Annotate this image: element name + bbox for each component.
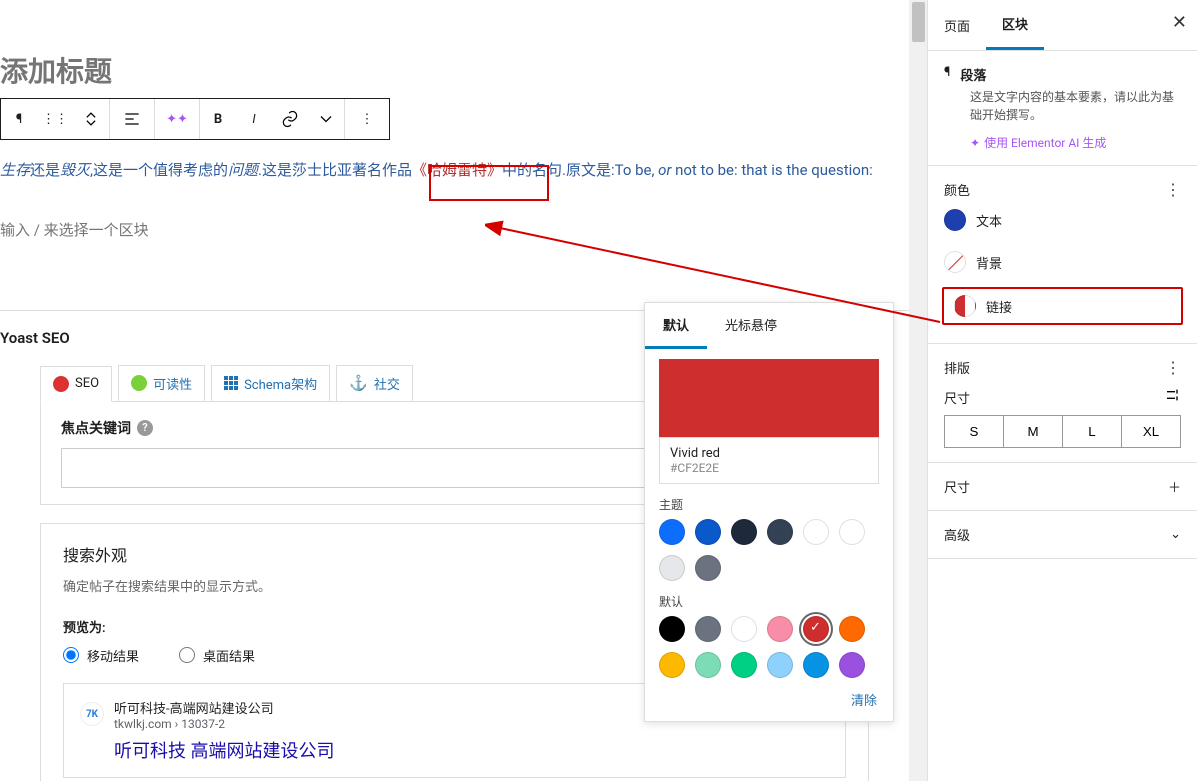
ai-sparkle-button[interactable]: ✦✦ [155,99,199,139]
default-color-swatch[interactable] [731,652,757,678]
seo-score-icon [53,376,69,392]
yoast-tab-social[interactable]: ⚓社交 [336,365,413,401]
schema-icon [224,376,238,390]
typography-more[interactable]: ⋮ [1165,358,1181,377]
text: or [658,161,671,179]
block-name: 段落 [960,65,986,84]
color-section-heading: 颜色 [944,180,970,199]
theme-color-swatch[interactable] [803,519,829,545]
link-color-button[interactable]: 链接 [942,287,1183,325]
size-settings-icon[interactable] [1165,387,1181,407]
text-color-button[interactable]: 文本 [944,199,1181,241]
default-color-swatch[interactable] [695,652,721,678]
theme-color-swatch[interactable] [767,519,793,545]
theme-colors-heading: 主题 [659,496,879,513]
align-button[interactable] [110,99,154,139]
color-tab-default[interactable]: 默认 [645,303,707,349]
link-color-swatch [954,295,976,317]
chevron-down-icon: ⌄ [1170,527,1181,542]
sidebar-tab-page[interactable]: 页面 [928,2,986,49]
paragraph-icon: ¶ [944,65,950,80]
bg-color-swatch [944,251,966,273]
theme-color-swatch[interactable] [695,555,721,581]
close-sidebar-button[interactable]: ✕ [1172,12,1187,33]
settings-sidebar: 页面 区块 ✕ ¶ 段落 这是文字内容的基本要素，请以此为基础开始撰写。 ✦使用… [927,0,1197,781]
size-button-l[interactable]: L [1063,416,1122,447]
serp-title: 听可科技 高端网站建设公司 [114,737,829,763]
text: 生存 [0,161,30,179]
dimensions-row[interactable]: 尺寸 ＋ [928,463,1197,511]
size-button-s[interactable]: S [945,416,1004,447]
text: ,这是一个值得考虑的 [90,161,228,179]
serp-site-name: 听可科技-高端网站建设公司 [114,698,274,717]
default-color-swatch[interactable] [767,616,793,642]
favicon-icon: 7K [80,702,104,726]
text-color-swatch [944,209,966,231]
text: .这是莎士比亚著名作品 [258,161,412,179]
link-button[interactable] [272,99,308,139]
help-icon[interactable]: ? [137,420,153,436]
block-options-button[interactable]: ⋮ [345,99,389,139]
more-rich-text-dropdown[interactable] [308,99,344,139]
share-icon: ⚓ [349,374,368,392]
block-description: 这是文字内容的基本要素，请以此为基础开始撰写。 [944,88,1181,124]
default-color-swatch[interactable] [803,652,829,678]
text: 还是 [30,161,60,179]
size-button-m[interactable]: M [1004,416,1063,447]
bold-button[interactable]: B [200,99,236,139]
default-color-swatch[interactable] [659,652,685,678]
italic-button[interactable]: I [236,99,272,139]
search-appearance-heading: 搜索外观 [63,542,127,566]
text: 中的名句.原文是:To be, [502,161,658,179]
color-section-more[interactable]: ⋮ [1165,180,1181,199]
current-color-label: Vivid red #CF2E2E [659,437,879,484]
typography-heading: 排版 [944,358,970,377]
theme-color-swatch[interactable] [695,519,721,545]
default-color-swatch[interactable] [839,616,865,642]
text: not to be: that is the question: [671,161,872,179]
default-color-swatch[interactable] [767,652,793,678]
default-colors-heading: 默认 [659,593,879,610]
current-color-swatch[interactable] [659,359,879,437]
post-title-input[interactable]: 添加标题 [0,0,909,98]
move-arrows-icon[interactable] [73,99,109,139]
default-color-swatch[interactable] [695,616,721,642]
color-tab-hover[interactable]: 光标悬停 [707,303,795,349]
theme-color-swatch[interactable] [731,519,757,545]
drag-handle-icon[interactable]: ⋮⋮ [37,99,73,139]
default-color-swatch[interactable] [659,616,685,642]
yoast-tab-readability[interactable]: 可读性 [118,365,205,401]
block-toolbar: ¶ ⋮⋮ ✦✦ B I ⋮ [0,98,390,140]
serp-url: tkwlkj.com › 13037-2 [114,717,274,731]
color-picker-popover: 默认 光标悬停 Vivid red #CF2E2E 主题 默认 清除 [644,302,894,722]
sidebar-tab-block[interactable]: 区块 [986,0,1044,50]
size-button-xl[interactable]: XL [1122,416,1180,447]
text: 问题 [228,161,258,179]
preview-mobile-radio[interactable]: 移动结果 [63,646,139,665]
theme-color-swatch[interactable] [839,519,865,545]
link-text[interactable]: 《哈姆雷特》 [412,161,502,179]
yoast-tab-seo[interactable]: SEO [40,366,112,402]
advanced-row[interactable]: 高级 ⌄ [928,511,1197,559]
default-color-swatch[interactable] [731,616,757,642]
block-appender[interactable]: 输入 / 来选择一个区块 [0,219,909,240]
readability-score-icon [131,375,147,391]
default-color-swatch[interactable] [839,652,865,678]
theme-color-swatch[interactable] [659,519,685,545]
main-scrollbar[interactable] [909,0,927,781]
background-color-button[interactable]: 背景 [944,241,1181,283]
theme-color-swatch[interactable] [659,555,685,581]
sparkle-icon: ✦ [970,136,980,150]
text: 毁灭 [60,161,90,179]
plus-icon: ＋ [1168,477,1181,496]
preview-desktop-radio[interactable]: 桌面结果 [179,646,255,665]
clear-color-button[interactable]: 清除 [645,678,893,721]
yoast-tab-schema[interactable]: Schema架构 [211,365,330,401]
paragraph-block-icon[interactable]: ¶ [1,99,37,139]
paragraph-block[interactable]: 生存还是毁灭,这是一个值得考虑的问题.这是莎士比亚著名作品《哈姆雷特》中的名句.… [0,158,909,184]
size-label: 尺寸 [944,388,970,407]
default-color-swatch[interactable] [803,616,829,642]
elementor-ai-link[interactable]: ✦使用 Elementor AI 生成 [944,134,1181,151]
